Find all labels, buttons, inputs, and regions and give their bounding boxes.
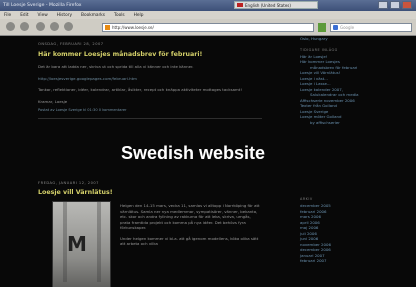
menu-edit[interactable]: Edit [20, 13, 28, 18]
post-paragraph: Helgen den 14-15 mars, vecka 11, samlas … [120, 203, 260, 230]
site-icon [105, 25, 110, 30]
post-paragraph: Tankar, reflektioner, idéer, kalendrar, … [38, 87, 242, 92]
menu-file[interactable]: File [4, 13, 11, 18]
caption-overlay: Swedish website [121, 143, 266, 163]
flag-icon [237, 3, 243, 7]
archive-list: december 2005 februari 2006 mars 2006 ap… [300, 203, 410, 264]
post-title[interactable]: Loesje vill Värnlätus! [38, 189, 262, 196]
menu-history[interactable]: History [57, 13, 72, 18]
sidebar-heading: Arkiv [300, 197, 313, 201]
post-paragraph: Under helgen kommer vi bl.a. att gå igen… [120, 235, 259, 247]
menu-view[interactable]: View [38, 13, 48, 18]
recent-posts-list: Här är Loesje! Här kommer Loesjes månads… [300, 54, 410, 126]
locale-label: English (United States) [245, 2, 291, 8]
post-paragraph: Det är bara att ladda ner, skriva ut och… [38, 64, 194, 69]
search-input[interactable]: Google [330, 23, 412, 32]
post-link[interactable]: http://loesjesverige.googlepages.com/feb… [38, 76, 262, 82]
address-bar[interactable]: http://www.loesje.se/ [102, 23, 314, 32]
post-date: Onsdag, februari 28, 2007 [38, 42, 104, 46]
maximize-button[interactable] [390, 1, 400, 9]
search-placeholder: Google [340, 25, 355, 30]
blog-post: Onsdag, februari 28, 2007 Här kommer Loe… [38, 42, 262, 119]
post-signature: Kramar, Loesje [38, 98, 68, 104]
navigation-toolbar: http://www.loesje.se/ Google [0, 19, 416, 36]
post-body: Helgen den 14-15 mars, vecka 11, samlas … [120, 203, 260, 252]
sidebar-heading: Tidigare inlägg [300, 47, 338, 52]
minimize-button[interactable] [378, 1, 388, 9]
go-button[interactable] [318, 23, 326, 32]
window-titlebar: Till Loesje Sverige - Mozilla Firefox [0, 0, 416, 11]
post-meta[interactable]: Postat av Loesje Sverige kl 01:30 0 komm… [38, 108, 262, 112]
forward-icon[interactable] [20, 22, 29, 31]
back-icon[interactable] [6, 22, 15, 31]
menu-bookmarks[interactable]: Bookmarks [81, 13, 105, 18]
photo-letter: M [67, 232, 87, 256]
window-title: Till Loesje Sverige - Mozilla Firefox [3, 3, 82, 8]
post-photo: M [52, 201, 111, 287]
post-divider [38, 118, 262, 119]
menu-bar: File Edit View History Bookmarks Tools H… [0, 11, 416, 19]
sidebar: Oslo, Hungary Tidigare inlägg Här är Loe… [300, 36, 410, 264]
stop-icon[interactable] [50, 22, 59, 31]
menu-help[interactable]: Help [134, 13, 144, 18]
blog-post: Fredag, januari 12, 2007 Loesje vill Vär… [38, 181, 262, 287]
locale-indicator[interactable]: English (United States) [234, 1, 318, 9]
post-date: Fredag, januari 12, 2007 [38, 181, 99, 185]
menu-tools[interactable]: Tools [114, 13, 125, 18]
sidebar-link[interactable]: Oslo, Hungary [300, 36, 410, 42]
close-button[interactable] [402, 1, 412, 9]
google-icon [333, 25, 338, 30]
reload-icon[interactable] [36, 22, 45, 31]
home-icon[interactable] [64, 22, 73, 31]
url-text: http://www.loesje.se/ [112, 25, 154, 30]
post-title[interactable]: Här kommer Loesjes månadsbrev för februa… [38, 51, 262, 58]
archive-link[interactable]: februari 2007 [300, 258, 410, 264]
sidebar-link[interactable]: by affischserier [300, 120, 410, 126]
